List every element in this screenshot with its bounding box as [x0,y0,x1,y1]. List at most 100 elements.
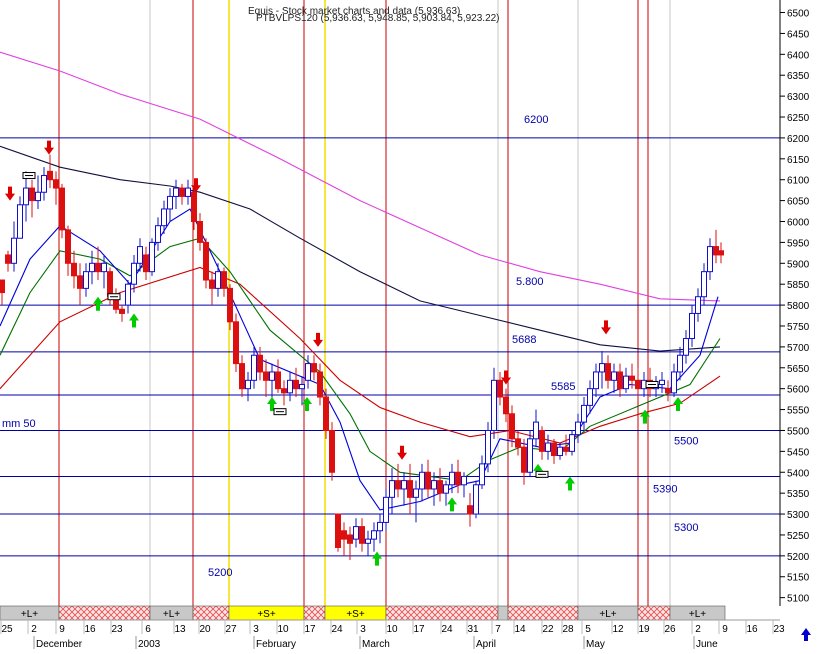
candle-body [251,354,257,381]
candle-body [239,363,245,390]
signal-segment [497,605,509,621]
candle-body [593,371,599,390]
signal-label: +S+ [257,609,276,620]
candle-body [383,496,389,523]
candle-body [0,279,5,294]
y-tick-label: 5850 [787,280,810,291]
candle-body [389,480,395,498]
candle-body [371,530,377,540]
stock-chart: 62005.800568855855500539053005200 mm 50 … [0,0,830,650]
candle-body [611,371,617,381]
x-tick-label: 24 [441,624,453,635]
month-label: December [36,639,83,649]
x-tick-label: 10 [277,624,289,635]
candle-body [599,363,605,373]
candle-body [701,271,707,298]
signal-label: +S+ [346,609,365,620]
signal-segment [507,605,579,621]
y-tick-label: 5600 [787,385,810,396]
candle-body [533,421,539,440]
level-label: 5200 [208,567,232,579]
signal-bar: +L+ +L+ +S+ +S+ +L+ +L+ [0,605,726,621]
candle-body [137,246,143,264]
candle-body [17,204,23,239]
candle-body [449,471,455,486]
candle-body [71,262,77,277]
candle-body [125,283,131,306]
candle-body [143,254,149,273]
candle-body [227,287,233,323]
candle-body [557,446,563,457]
x-tick-label: 28 [562,624,574,635]
candle-body [89,262,95,273]
level-label: 5300 [674,522,698,534]
candle-body [461,475,467,486]
candle-body [527,438,533,473]
candle-body [353,526,359,540]
y-tick-label: 5150 [787,573,810,584]
y-tick-label: 6000 [787,218,810,229]
candle-body [323,396,329,431]
candle-body [161,208,167,227]
candle-body [269,371,275,381]
candle-body [65,229,71,264]
candle-body [29,187,35,202]
candle-body [545,442,551,452]
chart-background [0,0,830,649]
candle-body [695,296,701,314]
candle-body [539,429,545,452]
x-tick-label: 19 [638,624,650,635]
candle-body [179,187,185,197]
month-label: 2003 [138,639,161,649]
candle-body [191,191,197,223]
month-label: March [362,639,390,649]
signal-segment [192,605,230,621]
candle-body [215,271,221,289]
x-tick-label: 14 [514,624,526,635]
candle-body [395,480,401,490]
candle-body [718,250,724,256]
candle-body [479,463,485,486]
candle-body [149,241,155,273]
candle [335,513,341,552]
signal-segment [637,605,671,621]
candle-body [473,484,479,515]
x-tick-label: 16 [84,624,96,635]
candle-body [713,246,719,256]
candle-body [665,388,671,394]
candle [233,313,239,372]
candle-body [341,530,347,540]
x-tick-label: 2 [31,624,37,635]
candle-body [293,379,299,390]
x-tick-label: 31 [467,624,479,635]
signal-label: +L+ [599,609,616,620]
candle-body [317,371,323,398]
candle-body [521,446,527,473]
candle-body [11,237,17,264]
left-edge-label: mm 50 [2,418,36,430]
candle-body [485,429,491,465]
candle-body [347,534,353,544]
candle-body [605,363,611,381]
x-tick-label: 23 [773,624,785,635]
x-tick-label: 13 [174,624,186,635]
candle-body [173,187,179,197]
y-tick-label: 6500 [787,9,810,20]
candle-body [311,363,317,373]
candle-body [467,505,473,515]
candle-body [5,254,11,264]
signal-label: +L+ [163,609,180,620]
x-tick-label: 17 [304,624,316,635]
level-label: 5688 [512,334,536,346]
x-tick-label: 3 [253,624,259,635]
y-tick-label: 6150 [787,155,810,166]
candle-body [677,354,683,373]
y-tick-label: 6100 [787,176,810,187]
x-tick-label: 25 [1,624,13,635]
level-label: 5390 [653,483,677,495]
candle-body [563,446,569,452]
candle-body [185,187,191,197]
candle-body [47,170,53,181]
y-tick-label: 5900 [787,259,810,270]
candle-body [551,442,557,457]
